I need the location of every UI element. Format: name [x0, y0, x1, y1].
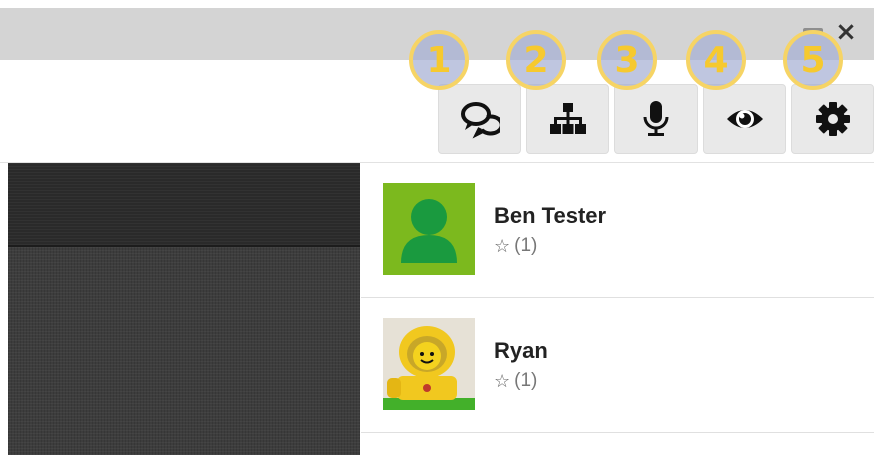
default-user-icon — [401, 199, 457, 263]
lego-astronaut-avatar — [383, 318, 475, 410]
avatar — [383, 318, 475, 410]
chat-icon — [460, 102, 500, 139]
microphone-icon — [643, 101, 669, 136]
rating-count: (1) — [514, 370, 538, 391]
step-badge-4: 4 — [686, 30, 746, 90]
star-outline-icon[interactable]: ☆ — [494, 371, 510, 392]
step-badge-5: 5 — [783, 30, 843, 90]
star-outline-icon[interactable]: ☆ — [494, 236, 510, 257]
participant-list: Ben Tester ☆ (1) Ryan ☆ (1) — [361, 163, 874, 455]
settings-button[interactable] — [791, 84, 874, 154]
chat-button[interactable] — [438, 84, 521, 154]
step-badge-1: 1 — [409, 30, 469, 90]
hierarchy-button[interactable] — [526, 84, 609, 154]
microphone-button[interactable] — [614, 84, 698, 154]
eye-icon — [726, 110, 763, 128]
hierarchy-icon — [549, 103, 586, 134]
participant-name: Ben Tester — [494, 203, 607, 228]
view-button[interactable] — [703, 84, 786, 154]
list-item[interactable]: Ben Tester ☆ (1) — [361, 163, 874, 298]
participant-rating: ☆ (1) — [494, 235, 537, 257]
list-item[interactable]: Ryan ☆ (1) — [361, 298, 874, 433]
video-area — [8, 163, 360, 455]
participant-name: Ryan — [494, 338, 548, 363]
avatar — [383, 183, 475, 275]
step-badge-3: 3 — [597, 30, 657, 90]
step-badge-2: 2 — [506, 30, 566, 90]
participant-rating: ☆ (1) — [494, 370, 537, 392]
gear-icon — [815, 102, 850, 136]
rating-count: (1) — [514, 235, 538, 256]
video-header — [8, 163, 360, 247]
